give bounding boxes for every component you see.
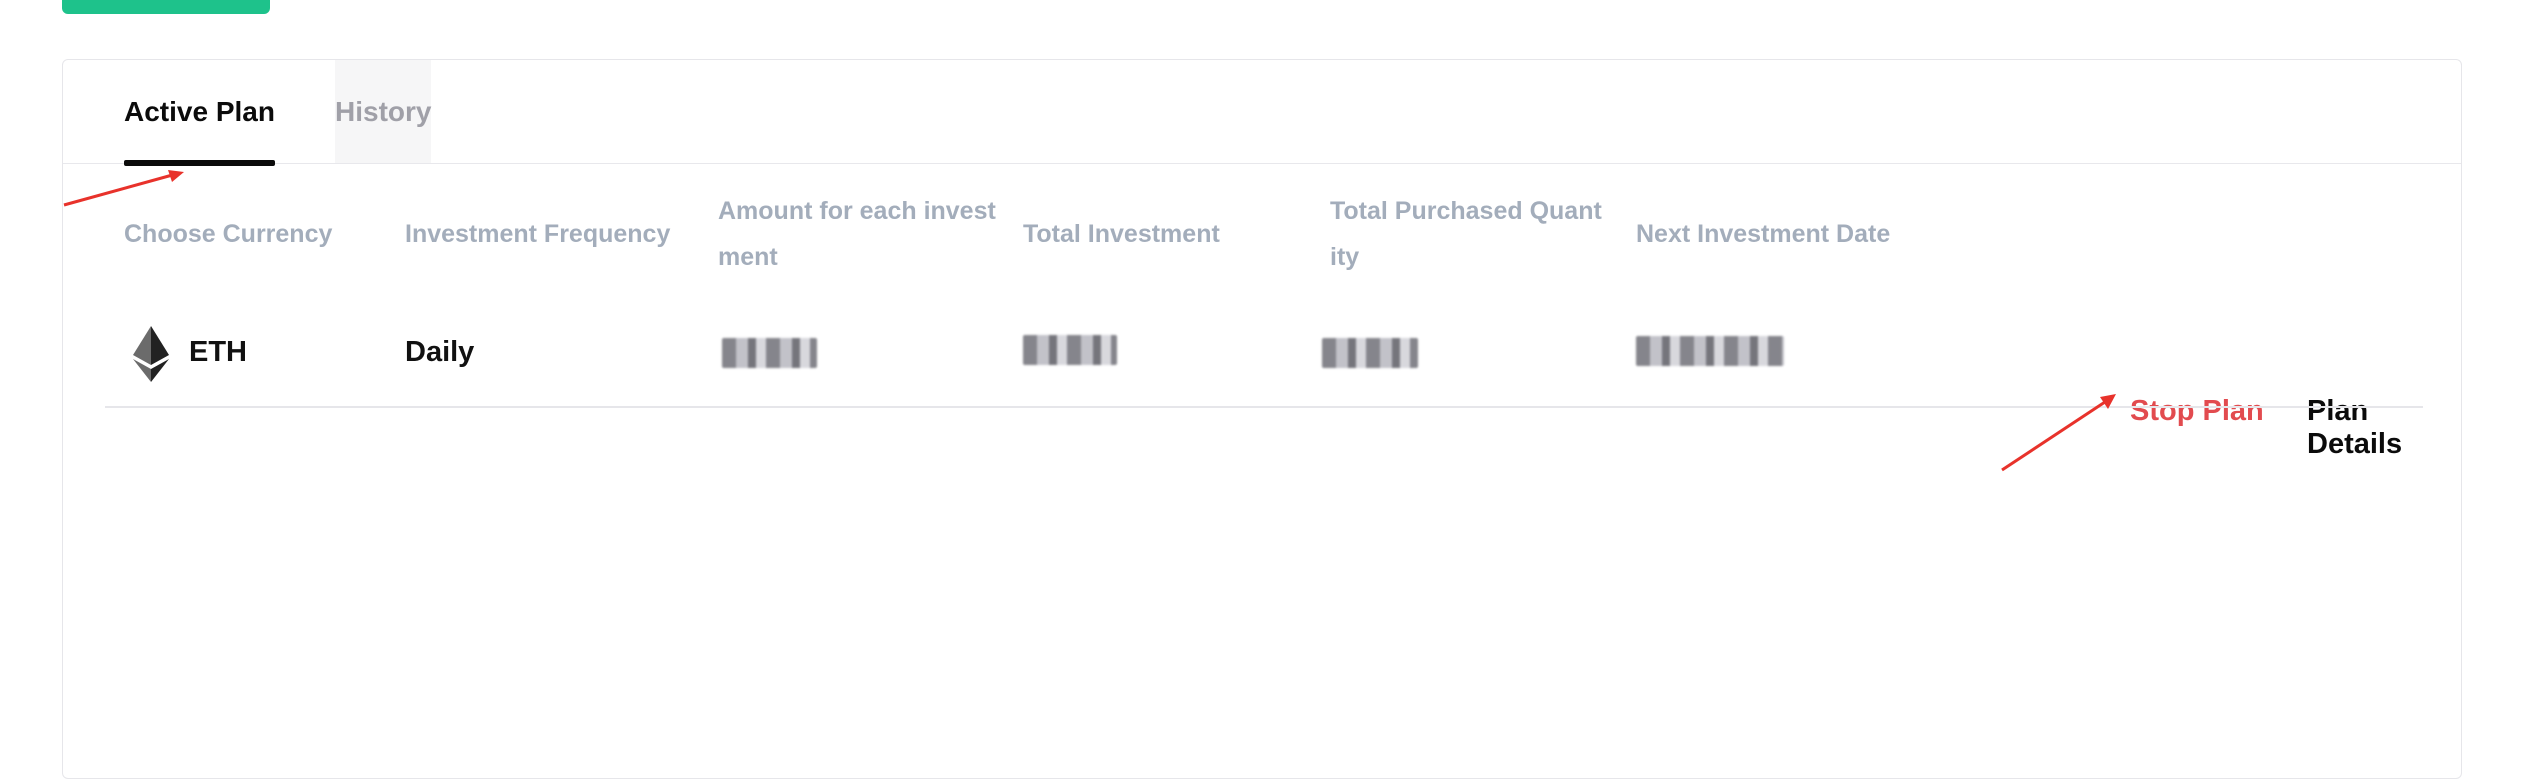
tab-history-label: History — [335, 96, 432, 127]
header-amount-line2: ment — [718, 243, 778, 271]
header-amount-each: Amount for each invest ment — [718, 188, 996, 280]
header-next-investment-date: Next Investment Date — [1636, 220, 1891, 248]
ethereum-icon — [133, 326, 169, 382]
header-purchased-line1: Total Purchased Quant — [1330, 197, 1602, 225]
stop-plan-button[interactable]: Stop Plan — [2130, 395, 2264, 428]
tab-active-plan-label: Active Plan — [124, 96, 275, 127]
header-amount-line1: Amount for each invest — [718, 197, 996, 225]
annotation-arrow-icon — [63, 170, 184, 207]
header-choose-currency: Choose Currency — [124, 220, 333, 248]
total-purchased-redacted — [1322, 338, 1418, 368]
next-date-redacted — [1636, 336, 1784, 366]
header-total-investment: Total Investment — [1023, 220, 1220, 248]
currency-symbol: ETH — [189, 336, 247, 368]
frequency-value: Daily — [405, 336, 475, 368]
header-total-purchased: Total Purchased Quant ity — [1330, 188, 1602, 280]
tab-history[interactable]: History — [335, 60, 431, 163]
annotation-arrow-icon — [2001, 394, 2116, 472]
header-purchased-line2: ity — [1330, 243, 1360, 271]
tab-active-plan[interactable]: Active Plan — [124, 60, 275, 166]
plan-details-button[interactable]: Plan Details — [2307, 395, 2461, 461]
header-investment-frequency: Investment Frequency — [405, 220, 671, 248]
total-investment-redacted — [1023, 335, 1117, 365]
amount-value-redacted — [722, 338, 817, 368]
primary-action-button[interactable] — [62, 0, 270, 14]
tab-bar: Active Plan History — [63, 60, 2461, 166]
